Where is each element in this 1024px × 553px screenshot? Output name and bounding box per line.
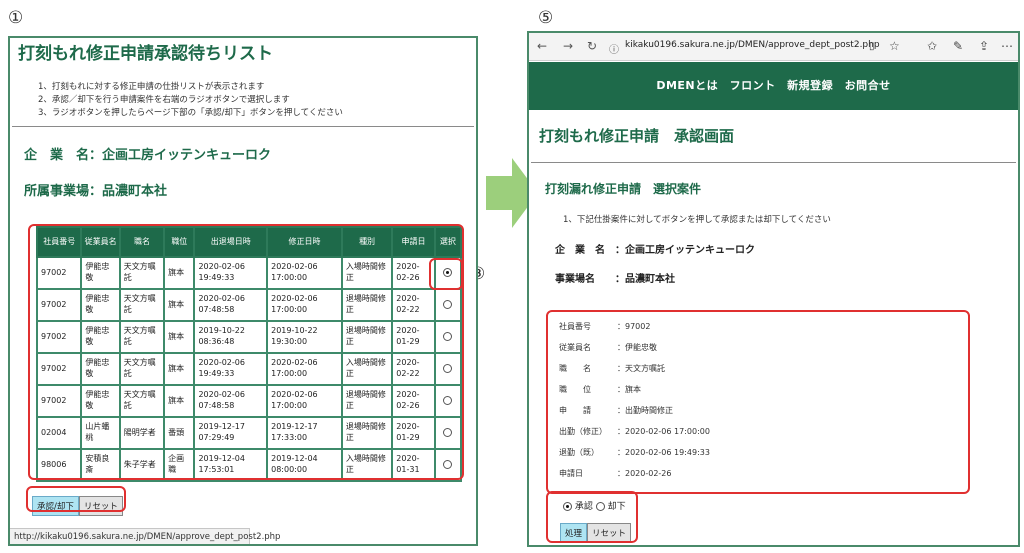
favorites-list-icon[interactable]: ✩ bbox=[927, 39, 937, 53]
highlight-buttons bbox=[26, 486, 126, 512]
approval-instruction: 1、下記仕掛案件に対してボタンを押して承認または却下してください bbox=[563, 215, 831, 225]
approval-page-title: 打刻もれ修正申請 承認画面 bbox=[539, 127, 735, 145]
favorite-star-icon[interactable]: ☆ bbox=[889, 39, 900, 53]
divider bbox=[12, 126, 474, 127]
pen-icon[interactable]: ✎ bbox=[953, 39, 963, 53]
instruction-1: 1、打刻もれに対する修正申請の仕掛リストが表示されます bbox=[38, 82, 265, 92]
highlight-process bbox=[546, 491, 638, 543]
office-name: 事業場名 ：品濃町本社 bbox=[555, 274, 675, 285]
forward-icon[interactable]: → bbox=[563, 39, 573, 53]
company-name: 企 業 名：企画工房イッテンキューロク bbox=[24, 148, 272, 163]
page-title: 打刻もれ修正申請承認待ちリスト bbox=[18, 44, 273, 64]
site-nav-bar[interactable]: DMENとは フロント 新規登録 お問合せ bbox=[529, 62, 1018, 110]
info-icon[interactable]: ⓘ bbox=[609, 41, 619, 56]
highlight-details bbox=[546, 310, 970, 494]
company-name: 企 業 名 ：企画工房イッテンキューロク bbox=[555, 245, 755, 256]
office-name: 所属事業場：品濃町本社 bbox=[24, 184, 168, 199]
share-icon[interactable]: ⇪ bbox=[979, 39, 989, 53]
status-bar-url: http://kikaku0196.sakura.ne.jp/DMEN/appr… bbox=[10, 528, 280, 544]
highlight-radio bbox=[429, 258, 463, 290]
browser-toolbar: ← → ↻ ⓘ kikaku0196.sakura.ne.jp/DMEN/app… bbox=[529, 33, 1018, 61]
instruction-3: 3、ラジオボタンを押したらページ下部の「承認/却下」ボタンを押してください bbox=[38, 108, 343, 118]
reading-view-icon[interactable]: ▯ bbox=[869, 41, 875, 52]
callout-1: ① bbox=[8, 8, 24, 28]
divider bbox=[531, 162, 1016, 163]
address-bar[interactable]: kikaku0196.sakura.ne.jp/DMEN/approve_dep… bbox=[625, 40, 880, 50]
back-icon[interactable]: ← bbox=[537, 39, 547, 53]
section-title: 打刻漏れ修正申請 選択案件 bbox=[545, 182, 702, 196]
callout-5: ⑤ bbox=[538, 8, 554, 28]
highlight-table bbox=[28, 224, 464, 480]
more-menu-icon[interactable]: ⋯ bbox=[1001, 39, 1013, 53]
refresh-icon[interactable]: ↻ bbox=[587, 39, 597, 53]
instruction-2: 2、承認／却下を行う申請案件を右端のラジオボタンで選択します bbox=[38, 95, 290, 105]
